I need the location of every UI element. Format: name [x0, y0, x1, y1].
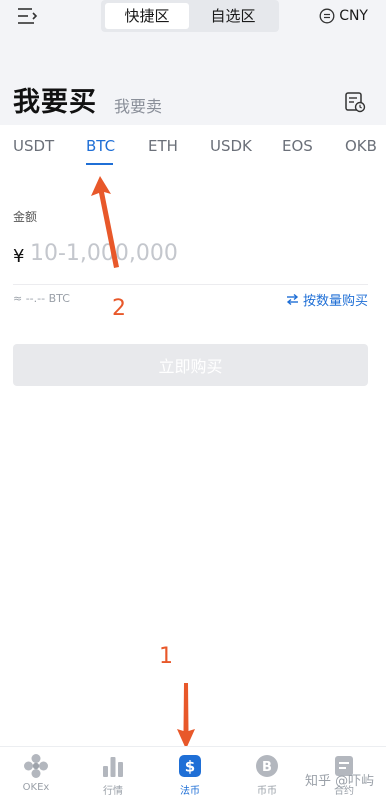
tab-eos[interactable]: EOS [282, 137, 313, 155]
currency-label: CNY [339, 8, 368, 24]
page-title-sell[interactable]: 我要卖 [114, 93, 162, 117]
header: 快捷区 自选区 CNY 我要买 我要卖 [0, 0, 386, 125]
coin-tabs: USDT BTC ETH USDK EOS OKB [0, 125, 386, 167]
segment-quick-zone[interactable]: 快捷区 [105, 3, 189, 29]
svg-text:$: $ [185, 758, 195, 776]
annotation-arrow-2 [91, 176, 119, 268]
nav-label-market: 行情 [103, 786, 123, 797]
divider [13, 284, 368, 285]
currency-symbol: ¥ [13, 246, 25, 267]
okex-logo-icon [24, 754, 48, 778]
swap-icon [286, 293, 299, 306]
nav-item-market[interactable]: 行情 [83, 753, 143, 797]
tab-usdk[interactable]: USDK [210, 137, 252, 155]
nav-label-fiat: 法币 [180, 786, 200, 797]
annotation-number-1: 1 [159, 644, 173, 669]
fiat-dollar-icon: $ [179, 755, 201, 777]
svg-text:B: B [262, 760, 272, 775]
tab-usdt[interactable]: USDT [13, 137, 54, 155]
orders-icon[interactable] [344, 91, 366, 113]
currency-icon [319, 8, 335, 24]
bitcoin-icon: B [256, 755, 278, 777]
currency-selector[interactable]: CNY [319, 6, 368, 26]
annotation-number-2: 2 [112, 296, 126, 321]
buy-by-quantity-label: 按数量购买 [302, 294, 368, 309]
tab-btc[interactable]: BTC [86, 137, 115, 155]
buy-by-quantity-link[interactable]: 按数量购买 [286, 290, 368, 309]
active-tab-indicator [86, 163, 113, 165]
nav-label-coin: 币币 [257, 786, 277, 797]
nav-item-fiat[interactable]: $ 法币 [160, 753, 220, 797]
page-title-buy[interactable]: 我要买 [13, 80, 97, 119]
nav-item-coin[interactable]: B 币币 [237, 753, 297, 797]
nav-label-okex: OKEx [22, 782, 50, 793]
tab-okb[interactable]: OKB [345, 137, 377, 155]
amount-input[interactable] [28, 240, 332, 267]
menu-icon[interactable] [16, 6, 40, 26]
annotation-arrow-1 [177, 683, 195, 749]
tab-eth[interactable]: ETH [148, 137, 178, 155]
zone-segmented-control: 快捷区 自选区 [101, 0, 279, 32]
market-chart-icon [103, 757, 123, 777]
nav-item-okex[interactable]: OKEx [6, 753, 66, 793]
watermark: 知乎 @吓屿 [305, 774, 375, 789]
buy-now-button[interactable]: 立即购买 [13, 344, 368, 386]
approx-btc-value: ≈ --.-- BTC [13, 292, 70, 305]
segment-custom-zone[interactable]: 自选区 [191, 3, 275, 29]
amount-label: 金额 [13, 210, 38, 224]
